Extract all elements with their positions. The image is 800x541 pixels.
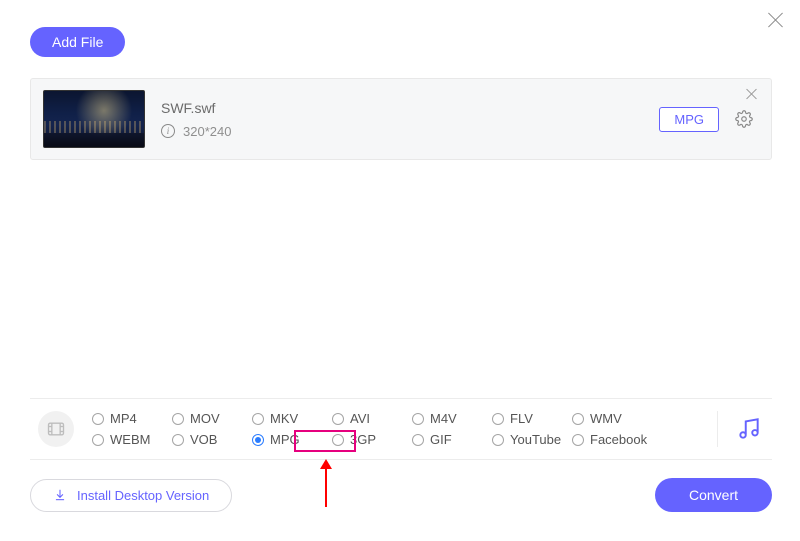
file-name: SWF.swf xyxy=(161,100,659,116)
format-option-youtube[interactable]: YouTube xyxy=(492,432,572,447)
convert-button[interactable]: Convert xyxy=(655,478,772,512)
format-option-label: WMV xyxy=(590,411,622,426)
format-option-label: GIF xyxy=(430,432,452,447)
format-option-mov[interactable]: MOV xyxy=(172,411,252,426)
remove-file-icon[interactable] xyxy=(745,87,759,101)
video-formats-icon[interactable] xyxy=(38,411,74,447)
format-option-vob[interactable]: VOB xyxy=(172,432,252,447)
file-resolution-row: i 320*240 xyxy=(161,124,659,139)
radio-icon xyxy=(172,434,184,446)
format-option-label: VOB xyxy=(190,432,217,447)
format-option-label: YouTube xyxy=(510,432,561,447)
format-option-label: MKV xyxy=(270,411,298,426)
format-option-label: 3GP xyxy=(350,432,376,447)
format-option-label: MOV xyxy=(190,411,220,426)
radio-icon xyxy=(492,413,504,425)
radio-icon xyxy=(412,434,424,446)
add-file-button[interactable]: Add File xyxy=(30,27,125,57)
radio-icon xyxy=(572,434,584,446)
format-bar: MP4 MOV MKV AVI M4V FLV WMV WEBM VOB MPG 3GP GIF Yo… xyxy=(30,398,772,460)
format-option-mp4[interactable]: MP4 xyxy=(92,411,172,426)
file-thumbnail xyxy=(43,90,145,148)
install-desktop-button[interactable]: Install Desktop Version xyxy=(30,479,232,512)
format-option-mkv[interactable]: MKV xyxy=(252,411,332,426)
file-meta: SWF.swf i 320*240 xyxy=(161,100,659,139)
format-option-webm[interactable]: WEBM xyxy=(92,432,172,447)
format-option-label: MP4 xyxy=(110,411,137,426)
install-desktop-label: Install Desktop Version xyxy=(77,488,209,503)
divider xyxy=(717,411,718,447)
format-option-avi[interactable]: AVI xyxy=(332,411,412,426)
format-option-label: WEBM xyxy=(110,432,150,447)
file-item: SWF.swf i 320*240 MPG xyxy=(30,78,772,160)
format-option-label: FLV xyxy=(510,411,533,426)
download-icon xyxy=(53,488,67,502)
radio-icon xyxy=(252,434,264,446)
radio-icon xyxy=(92,413,104,425)
format-grid: MP4 MOV MKV AVI M4V FLV WMV WEBM VOB MPG 3GP GIF Yo… xyxy=(92,411,709,447)
format-option-wmv[interactable]: WMV xyxy=(572,411,652,426)
format-option-facebook[interactable]: Facebook xyxy=(572,432,652,447)
format-option-gif[interactable]: GIF xyxy=(412,432,492,447)
format-option-label: Facebook xyxy=(590,432,647,447)
format-option-3gp[interactable]: 3GP xyxy=(332,432,412,447)
gear-icon[interactable] xyxy=(735,110,753,128)
radio-icon xyxy=(172,413,184,425)
radio-icon xyxy=(332,413,344,425)
radio-icon xyxy=(412,413,424,425)
file-resolution: 320*240 xyxy=(183,124,231,139)
info-icon[interactable]: i xyxy=(161,124,175,138)
format-option-label: MPG xyxy=(270,432,300,447)
bottom-bar: Install Desktop Version Convert xyxy=(30,478,772,512)
format-option-m4v[interactable]: M4V xyxy=(412,411,492,426)
format-option-label: M4V xyxy=(430,411,457,426)
radio-icon xyxy=(572,413,584,425)
target-format-button[interactable]: MPG xyxy=(659,107,719,132)
format-option-label: AVI xyxy=(350,411,370,426)
format-option-flv[interactable]: FLV xyxy=(492,411,572,426)
close-icon[interactable] xyxy=(766,10,786,30)
radio-icon xyxy=(92,434,104,446)
radio-icon xyxy=(252,413,264,425)
audio-formats-icon[interactable] xyxy=(736,416,762,442)
radio-icon xyxy=(332,434,344,446)
radio-icon xyxy=(492,434,504,446)
format-option-mpg[interactable]: MPG xyxy=(252,432,332,447)
